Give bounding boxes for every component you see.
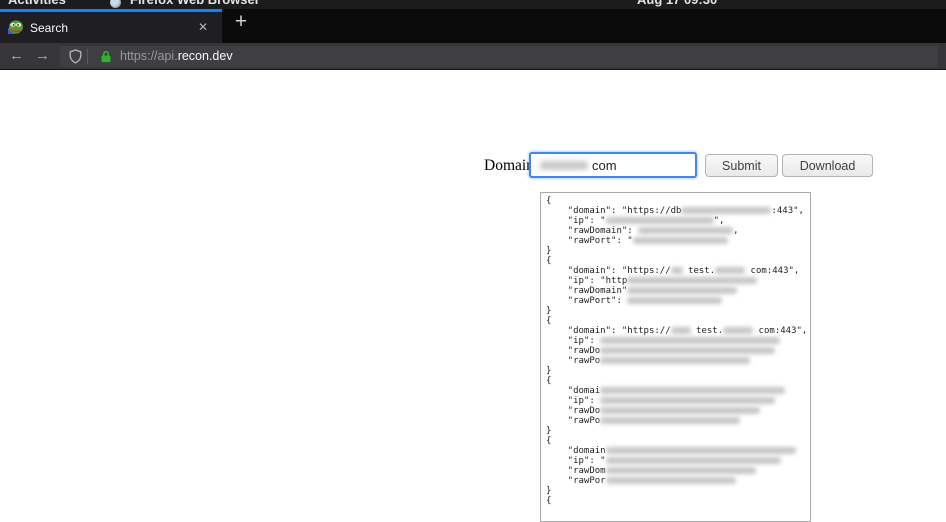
redacted-text bbox=[605, 217, 714, 224]
json-line: "rawPo bbox=[546, 416, 810, 426]
redacted-text bbox=[627, 297, 723, 304]
redacted-text bbox=[600, 397, 776, 404]
tab-close-icon[interactable]: ✕ bbox=[198, 20, 208, 34]
back-button[interactable]: ← bbox=[9, 47, 24, 64]
url-domain: recon.dev bbox=[177, 49, 233, 63]
redacted-text bbox=[638, 227, 734, 234]
tracking-protection-shield-icon[interactable] bbox=[69, 49, 82, 69]
json-line: "ip": bbox=[546, 336, 810, 346]
json-line: "domain": "https://db:443", bbox=[546, 206, 804, 216]
json-output-box: { "domain": "https://db:443", "ip": " ", … bbox=[540, 192, 811, 522]
json-record: { "domain": "https:// test. com:443", "i… bbox=[546, 316, 810, 376]
new-tab-button[interactable]: + bbox=[228, 10, 254, 34]
json-line: "rawPo bbox=[546, 356, 810, 366]
tab-bar: Search ✕ + bbox=[0, 9, 946, 43]
json-line: } bbox=[546, 426, 552, 436]
json-line: "ip": "http bbox=[546, 276, 810, 286]
forward-button[interactable]: → bbox=[35, 47, 50, 64]
window-title-menu[interactable]: Firefox Web Browser bbox=[130, 0, 260, 7]
navigation-bar: ← → https://api.recon.dev bbox=[0, 43, 946, 70]
json-line: "rawDom bbox=[546, 466, 810, 476]
clock[interactable]: Aug 17 09:30 bbox=[637, 0, 717, 7]
submit-button[interactable]: Submit bbox=[705, 154, 778, 177]
url-text: https://api.recon.dev bbox=[120, 49, 233, 63]
url-separator bbox=[87, 49, 88, 64]
domain-input[interactable]: com bbox=[529, 152, 697, 178]
redacted-input-text bbox=[540, 160, 588, 170]
tab-title: Search bbox=[30, 21, 69, 35]
json-line: { bbox=[546, 496, 552, 506]
redacted-text bbox=[600, 337, 781, 344]
json-line: "domain": "https:// test. com:443", bbox=[546, 326, 808, 336]
json-line: "domain bbox=[546, 446, 810, 456]
json-line: "rawPor bbox=[546, 476, 810, 486]
json-line: } bbox=[546, 486, 552, 496]
tab-search[interactable]: Search ✕ bbox=[0, 9, 222, 43]
url-bar[interactable]: https://api.recon.dev bbox=[60, 46, 938, 67]
gnome-top-bar: Activities Firefox Web Browser Aug 17 09… bbox=[0, 0, 946, 9]
json-line: { bbox=[546, 316, 552, 326]
redacted-text bbox=[605, 447, 796, 454]
redacted-text bbox=[605, 457, 781, 464]
json-line: { bbox=[546, 376, 552, 386]
json-record: { "domai "ip": "rawDo "rawPo} bbox=[546, 376, 810, 436]
json-line: "ip": " bbox=[546, 456, 810, 466]
activities-button[interactable]: Activities bbox=[8, 0, 66, 7]
json-record: { bbox=[546, 496, 810, 506]
redacted-text bbox=[723, 327, 754, 334]
json-record: { "domain "ip": " "rawDom "rawPor} bbox=[546, 436, 810, 496]
json-line: "ip": " ", bbox=[546, 216, 725, 226]
json-line: { bbox=[546, 196, 552, 206]
json-line: "rawDo bbox=[546, 346, 810, 356]
redacted-text bbox=[600, 417, 741, 424]
firefox-app-icon bbox=[110, 0, 121, 8]
json-line: "domai bbox=[546, 386, 810, 396]
redacted-text bbox=[670, 267, 683, 274]
domain-input-visible-text: com bbox=[592, 157, 617, 173]
redacted-text bbox=[600, 407, 761, 414]
redacted-text bbox=[627, 287, 738, 294]
download-button[interactable]: Download bbox=[782, 154, 873, 177]
redacted-text bbox=[600, 357, 751, 364]
redacted-text bbox=[600, 347, 776, 354]
redacted-text bbox=[627, 277, 758, 284]
json-line: "ip": bbox=[546, 396, 810, 406]
redacted-text bbox=[605, 467, 756, 474]
redacted-text bbox=[605, 477, 736, 484]
json-line: "rawDomain": , bbox=[546, 226, 739, 236]
page-content: Domain: com Submit Download { "domain": … bbox=[0, 70, 946, 522]
json-output-pre: { "domain": "https://db:443", "ip": " ", … bbox=[541, 193, 810, 506]
redacted-text bbox=[681, 207, 772, 214]
pepe-favicon-icon bbox=[8, 19, 24, 35]
json-line: } bbox=[546, 306, 552, 316]
json-line: "domain": "https:// test. com:443", bbox=[546, 266, 800, 276]
https-lock-icon[interactable] bbox=[100, 50, 112, 68]
json-line: } bbox=[546, 366, 552, 376]
json-line: "rawPort": " bbox=[546, 236, 810, 246]
redacted-text bbox=[715, 267, 746, 274]
redacted-text bbox=[670, 327, 691, 334]
json-line: { bbox=[546, 436, 552, 446]
redacted-text bbox=[600, 387, 786, 394]
json-record: { "domain": "https://db:443", "ip": " ", … bbox=[546, 196, 810, 256]
url-scheme-subdomain: https://api. bbox=[120, 49, 178, 63]
redacted-text bbox=[632, 237, 728, 244]
json-line: "rawDo bbox=[546, 406, 810, 416]
json-line: "rawDomain" bbox=[546, 286, 810, 296]
json-line: { bbox=[546, 256, 552, 266]
json-record: { "domain": "https:// test. com:443", "i… bbox=[546, 256, 810, 316]
json-line: } bbox=[546, 246, 552, 256]
json-line: "rawPort": bbox=[546, 296, 810, 306]
